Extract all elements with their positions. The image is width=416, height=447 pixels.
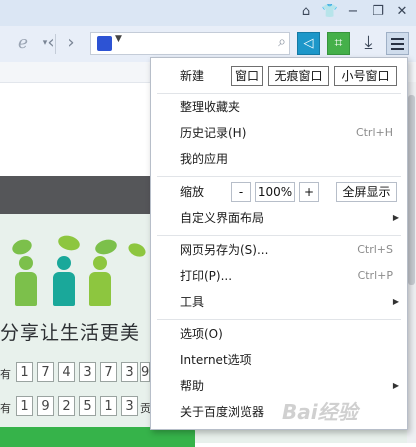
menu-item-history[interactable]: 历史记录(H) Ctrl+H	[151, 122, 407, 144]
menu-item-print[interactable]: 打印(P)... Ctrl+P	[151, 265, 407, 287]
menu-item-shortcut: Ctrl+H	[355, 126, 393, 139]
counter-digit: 7	[100, 362, 117, 382]
scrollbar-thumb[interactable]	[408, 95, 415, 285]
forward-icon[interactable]: ›	[60, 32, 82, 56]
menu-item-label: 整理收藏夹	[180, 100, 241, 114]
person-illustration	[50, 256, 78, 308]
menu-icon[interactable]	[386, 32, 409, 55]
menu-item-label: 关于百度浏览器	[180, 405, 265, 419]
menu-item-label: 我的应用	[180, 152, 229, 166]
counter-digit: 5	[79, 396, 96, 416]
back-icon[interactable]: ‹	[40, 32, 62, 56]
menu-item-label: 历史记录(H)	[180, 126, 247, 140]
counter-digit: 9	[140, 362, 150, 382]
menu-divider	[157, 319, 401, 320]
menu-item-shortcut: Ctrl+S	[357, 243, 393, 256]
menu-item-tools[interactable]: 工具 ▶	[151, 291, 407, 313]
counter-digit: 2	[58, 396, 75, 416]
download-icon[interactable]: ⤓	[357, 32, 380, 55]
green-action-button[interactable]	[0, 427, 195, 447]
menu-item-shortcut: Ctrl+P	[357, 269, 393, 282]
menu-item-organize-favorites[interactable]: 整理收藏夹	[151, 96, 407, 118]
new-incognito-window-button[interactable]: 无痕窗口	[268, 66, 329, 86]
counter-digit: 7	[37, 362, 54, 382]
menu-divider	[157, 235, 401, 236]
menu-divider	[157, 176, 401, 177]
ie-mode-icon[interactable]: ℯ	[12, 32, 34, 56]
menu-item-options[interactable]: 选项(O)	[151, 323, 407, 345]
sidebar-toggle-icon[interactable]: ◁	[297, 32, 320, 55]
page-slogan: 分享让生活更美	[0, 322, 141, 344]
restore-icon[interactable]: ❐	[368, 3, 388, 21]
menu-item-my-apps[interactable]: 我的应用	[151, 148, 407, 170]
shirt-icon[interactable]: 👕	[320, 3, 340, 21]
baidu-paw-icon[interactable]	[97, 36, 112, 51]
screenshot-crop-icon[interactable]: ⌗	[327, 32, 350, 55]
title-bar: ⌂ 👕 − ❐ ✕	[0, 0, 416, 26]
counter-digit: 3	[121, 396, 138, 416]
menu-item-save-as[interactable]: 网页另存为(S)... Ctrl+S	[151, 239, 407, 261]
new-small-window-button[interactable]: 小号窗口	[334, 66, 397, 86]
menu-item-label: 选项(O)	[180, 327, 223, 341]
search-engine-dropdown-icon[interactable]: ▼	[115, 34, 122, 44]
zoom-in-button[interactable]: +	[299, 182, 319, 202]
menu-item-label: 工具	[180, 295, 205, 309]
baidu-jingyan-watermark: Bai经验	[282, 400, 358, 424]
menu-item-label: 打印(P)...	[180, 269, 233, 283]
submenu-arrow-icon: ▶	[392, 381, 399, 390]
counter-digit: 1	[100, 396, 117, 416]
zoom-label: 缩放	[180, 185, 205, 199]
counter-row: 有 1 9 2 5 1 3 贡	[0, 396, 151, 418]
fullscreen-button[interactable]: 全屏显示	[336, 182, 397, 202]
menu-item-label: 自定义界面布局	[180, 211, 265, 225]
menu-divider	[157, 93, 401, 94]
close-icon[interactable]: ✕	[392, 3, 412, 21]
counter-digit: 9	[37, 396, 54, 416]
counter-digit: 4	[58, 362, 75, 382]
person-illustration	[86, 256, 114, 308]
new-window-button[interactable]: 窗口	[231, 66, 263, 86]
counter-label: 有	[0, 368, 11, 381]
search-box[interactable]: ▼ ⌕	[90, 32, 290, 55]
person-illustration	[12, 256, 40, 308]
zoom-out-button[interactable]: -	[231, 182, 251, 202]
menu-item-internet-options[interactable]: Internet选项	[151, 349, 407, 371]
zoom-level: 100%	[255, 182, 295, 202]
counter-digit: 1	[16, 396, 33, 416]
home-icon[interactable]: ⌂	[296, 3, 316, 21]
counter-digit: 3	[79, 362, 96, 382]
counter-label: 有	[0, 402, 11, 415]
menu-item-label: Internet选项	[180, 353, 252, 367]
search-icon[interactable]: ⌕	[278, 34, 286, 50]
submenu-arrow-icon: ▶	[392, 297, 399, 306]
menu-item-custom-layout[interactable]: 自定义界面布局 ▶	[151, 207, 407, 229]
new-label: 新建	[180, 69, 205, 83]
menu-item-label: 帮助	[180, 379, 205, 393]
minimize-icon[interactable]: −	[343, 3, 363, 21]
menu-item-label: 网页另存为(S)...	[180, 243, 269, 257]
counter-digit: 1	[16, 362, 33, 382]
counter-digit: 3	[121, 362, 138, 382]
menu-item-about[interactable]: 关于百度浏览器	[151, 401, 407, 423]
submenu-arrow-icon: ▶	[392, 213, 399, 222]
counter-row: 有 1 7 4 3 7 3 9	[0, 362, 150, 384]
browser-main-menu: 新建 窗口 无痕窗口 小号窗口 整理收藏夹 历史记录(H) Ctrl+H 我的应…	[150, 57, 408, 430]
menu-item-help[interactable]: 帮助 ▶	[151, 375, 407, 397]
